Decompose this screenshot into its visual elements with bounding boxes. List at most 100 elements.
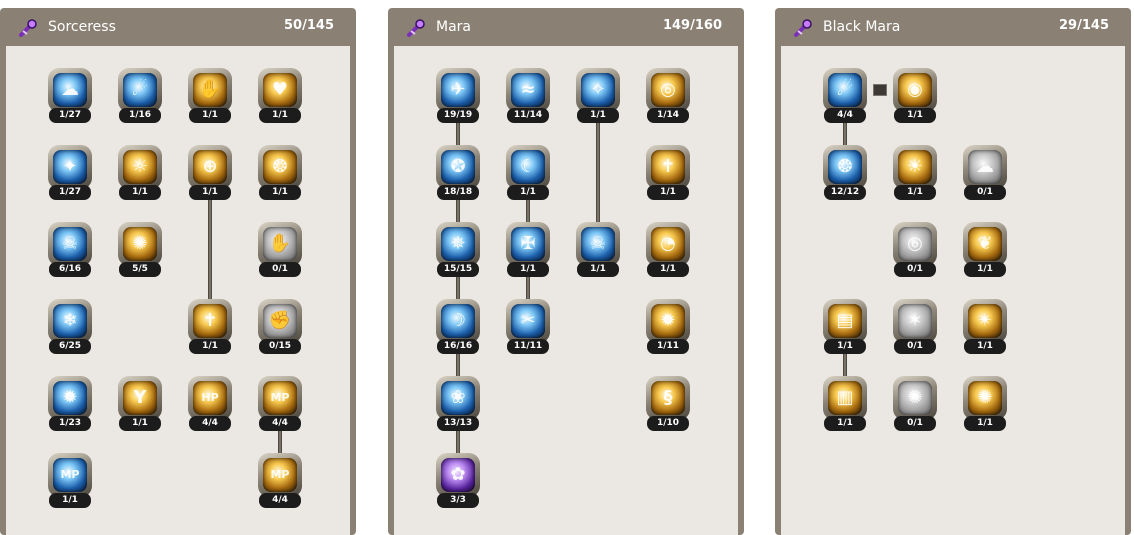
skill-slot[interactable]: ❄ 6/25 <box>48 299 92 355</box>
skill-level: 1/1 <box>189 185 231 200</box>
skill-slot[interactable]: ☁ 1/27 <box>48 68 92 124</box>
skill-level: 1/1 <box>189 108 231 123</box>
skill-slot[interactable]: ❦ 1/1 <box>963 222 1007 278</box>
skill-glyph-icon: ☾ <box>519 156 537 177</box>
skill-slot[interactable]: ✺ 0/1 <box>893 376 937 432</box>
skill-level: 18/18 <box>437 185 479 200</box>
skill-level: 0/1 <box>964 185 1006 200</box>
skill-level: 4/4 <box>189 416 231 431</box>
skill-slot[interactable]: ≈11/14 <box>506 68 550 124</box>
skill-glyph-icon: ✝ <box>202 310 218 331</box>
skill-slot[interactable]: ❂ 12/12 <box>823 145 867 201</box>
skill-slot[interactable]: § 1/10 <box>646 376 690 432</box>
skill-slot[interactable]: ☼ 1/1 <box>118 145 162 201</box>
skill-slot[interactable]: ☀ 1/1 <box>893 145 937 201</box>
skill-slot[interactable]: ▤ 1/1 <box>823 299 867 355</box>
skill-slot[interactable]: ☄ 4/4 <box>823 68 867 124</box>
skill-level: 1/1 <box>119 185 161 200</box>
sorceress-skill-tree: Sorceress 50/145 ☁ 1/27 ☄ 1/16 ✋ 1/1 ♥ 1/1 ✦ 1/27 ☼ 1… <box>0 8 356 535</box>
skill-glyph-icon: ☄ <box>131 79 149 100</box>
skill-slot[interactable]: ✦ 1/27 <box>48 145 92 201</box>
skill-glyph-icon: ◎ <box>907 233 923 254</box>
skill-connector <box>208 199 212 299</box>
skill-glyph-icon: ✠ <box>520 233 536 254</box>
skill-slot[interactable]: ✋ 0/1 <box>258 222 302 278</box>
skill-slot[interactable]: ⊕ 1/1 <box>188 145 232 201</box>
skill-glyph-icon: ☀ <box>906 156 924 177</box>
skill-glyph-icon: § <box>663 387 673 408</box>
tree-title: Mara <box>436 19 471 35</box>
skill-slot[interactable]: ☁ 0/1 <box>963 145 1007 201</box>
skill-slot[interactable]: ✵ 15/15 <box>436 222 480 278</box>
skill-slot[interactable]: ✧ 1/1 <box>576 68 620 124</box>
skill-slot[interactable]: ☠ 1/1 <box>576 222 620 278</box>
skill-level: 1/1 <box>964 416 1006 431</box>
skill-slot[interactable]: ✈ 19/19 <box>436 68 480 124</box>
skill-level: 1/1 <box>119 416 161 431</box>
skill-glyph-icon: ✹ <box>62 387 78 408</box>
skill-level: 6/25 <box>49 339 91 354</box>
tree-points: 50/145 <box>284 18 334 33</box>
mara-skill-tree: Mara 149/160 ✈ 19/19 ≈11/14 ✧ 1/1 ◎ 1/14 ✪ 18/18 ☾ 1… <box>388 8 744 535</box>
skill-slot[interactable]: ✴ 1/1 <box>963 299 1007 355</box>
skill-level: 1/1 <box>577 262 619 277</box>
skill-slot[interactable]: ✝ 1/1 <box>646 145 690 201</box>
skill-level: 15/15 <box>437 262 479 277</box>
skill-slot[interactable]: ◎ 1/14 <box>646 68 690 124</box>
skill-slot[interactable]: ☾ 1/1 <box>506 145 550 201</box>
skill-slot[interactable]: MP 4/4 <box>258 376 302 432</box>
skill-connector <box>843 122 847 145</box>
skill-slot[interactable]: ✂ 11/11 <box>506 299 550 355</box>
skill-glyph-icon: ✋ <box>268 233 292 254</box>
skill-glyph-icon: ✂ <box>520 310 536 331</box>
skill-slot[interactable]: ✠ 1/1 <box>506 222 550 278</box>
skill-slot[interactable]: MP 4/4 <box>258 453 302 509</box>
skill-glyph-icon: ☽ <box>449 310 467 331</box>
skill-slot[interactable]: ❂ 1/1 <box>258 145 302 201</box>
skill-level: 1/1 <box>259 185 301 200</box>
skill-level: 1/11 <box>647 339 689 354</box>
skill-grid: ✈ 19/19 ≈11/14 ✧ 1/1 ◎ 1/14 ✪ 18/18 ☾ 1/1 ✝ 1/1 ✵ 15/1… <box>394 46 738 535</box>
skill-slot[interactable]: Y 1/1 <box>118 376 162 432</box>
skill-slot[interactable]: ♥ 1/1 <box>258 68 302 124</box>
skill-slot[interactable]: ✝ 1/1 <box>188 299 232 355</box>
skill-glyph-icon: ❄ <box>62 310 78 331</box>
skill-slot[interactable]: ✺ 5/5 <box>118 222 162 278</box>
skill-level: 0/1 <box>259 262 301 277</box>
skill-level: 1/1 <box>189 339 231 354</box>
skill-slot[interactable]: ✪ 18/18 <box>436 145 480 201</box>
skill-level: 1/1 <box>49 493 91 508</box>
tree-title: Sorceress <box>48 19 116 35</box>
skill-slot[interactable]: HP 4/4 <box>188 376 232 432</box>
skill-slot[interactable]: MP 1/1 <box>48 453 92 509</box>
skill-level: 5/5 <box>119 262 161 277</box>
skill-slot[interactable]: ☄ 1/16 <box>118 68 162 124</box>
skill-glyph-icon: ✈ <box>450 79 466 100</box>
skill-slot[interactable]: ▥ 1/1 <box>823 376 867 432</box>
skill-slot[interactable]: ✋ 1/1 <box>188 68 232 124</box>
skill-glyph-icon: ✊ <box>268 310 292 331</box>
skill-slot[interactable]: ❀ 13/13 <box>436 376 480 432</box>
skill-glyph-icon: MP <box>270 468 290 481</box>
skill-slot[interactable]: ✺ 1/1 <box>963 376 1007 432</box>
skill-level: 16/16 <box>437 339 479 354</box>
skill-slot[interactable]: ☽ 16/16 <box>436 299 480 355</box>
skill-slot[interactable]: ◎ 0/1 <box>893 222 937 278</box>
skill-glyph-icon: Y <box>133 387 147 408</box>
skill-slot[interactable]: ✹ 1/23 <box>48 376 92 432</box>
skill-slot[interactable]: ◔ 1/1 <box>646 222 690 278</box>
skill-slot[interactable]: ✊ 0/15 <box>258 299 302 355</box>
skill-slot[interactable]: ✹ 1/11 <box>646 299 690 355</box>
skill-level: 13/13 <box>437 416 479 431</box>
skill-glyph-icon: ✋ <box>198 79 222 100</box>
skill-glyph-icon: ✵ <box>450 233 466 254</box>
tree-header: Sorceress 50/145 <box>0 8 356 46</box>
skill-slot[interactable]: ☠ 6/16 <box>48 222 92 278</box>
skill-glyph-icon: ✺ <box>977 387 993 408</box>
skill-slot[interactable]: ✶ 0/1 <box>893 299 937 355</box>
skill-level: 0/1 <box>894 262 936 277</box>
skill-slot[interactable]: ◉ 1/1 <box>893 68 937 124</box>
skill-slot[interactable]: ✿ 3/3 <box>436 453 480 509</box>
tree-points: 149/160 <box>662 18 722 33</box>
staff-icon <box>406 18 426 38</box>
